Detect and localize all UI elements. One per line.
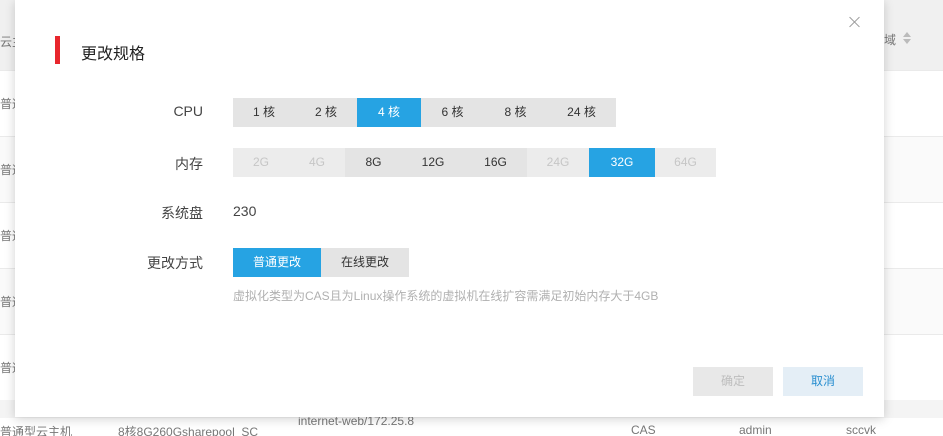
cpu-selector: 1 核 2 核 4 核 6 核 8 核 24 核 — [233, 98, 616, 127]
normal-change-option[interactable]: 普通更改 — [233, 248, 321, 277]
cpu-option-24[interactable]: 24 核 — [547, 98, 616, 127]
cancel-button[interactable]: 取消 — [783, 367, 863, 396]
cpu-option-8[interactable]: 8 核 — [484, 98, 547, 127]
row-name: 普通型云主机 — [0, 425, 73, 436]
cpu-option-1[interactable]: 1 核 — [233, 98, 295, 127]
confirm-button[interactable]: 确定 — [693, 367, 773, 396]
change-mode-hint: 虚拟化类型为CAS且为Linux操作系统的虚拟机在线扩容需满足初始内存大于4GB — [233, 289, 659, 303]
memory-option-16g[interactable]: 16G — [464, 148, 527, 177]
row-domain: sccvk — [846, 423, 876, 436]
memory-selector: 2G 4G 8G 12G 16G 24G 32G 64G — [233, 148, 716, 177]
memory-option-64g[interactable]: 64G — [655, 148, 716, 177]
close-icon[interactable] — [848, 15, 862, 29]
cpu-label: CPU — [173, 103, 203, 119]
row-owner: admin — [739, 423, 772, 436]
system-disk-value: 230 — [233, 203, 257, 219]
sort-icon[interactable] — [902, 32, 912, 46]
memory-option-2g[interactable]: 2G — [233, 148, 289, 177]
memory-option-24g[interactable]: 24G — [527, 148, 589, 177]
title-accent-bar — [55, 36, 60, 64]
cpu-option-6[interactable]: 6 核 — [421, 98, 484, 127]
online-change-option[interactable]: 在线更改 — [321, 248, 409, 277]
memory-option-8g[interactable]: 8G — [345, 148, 402, 177]
change-mode-selector: 普通更改 在线更改 — [233, 248, 409, 277]
row-spec: 8核8G260Gsharepool_SC — [118, 425, 259, 436]
row-type: CAS — [631, 423, 656, 436]
dialog-title: 更改规格 — [81, 46, 146, 63]
memory-option-4g[interactable]: 4G — [289, 148, 345, 177]
table-row[interactable]: 普通型云主机 8核8G260Gsharepool_SC internet-web… — [0, 414, 943, 436]
header-cell-domain: 域 — [884, 33, 897, 47]
memory-option-32g[interactable]: 32G — [589, 148, 655, 177]
memory-option-12g[interactable]: 12G — [402, 148, 464, 177]
memory-label: 内存 — [175, 156, 203, 172]
cpu-option-2[interactable]: 2 核 — [295, 98, 357, 127]
change-spec-dialog: 更改规格 CPU 1 核 2 核 4 核 6 核 8 核 24 核 内存 2G … — [15, 0, 884, 417]
change-mode-label: 更改方式 — [147, 255, 203, 271]
system-disk-label: 系统盘 — [161, 205, 203, 221]
cpu-option-4[interactable]: 4 核 — [357, 98, 421, 127]
